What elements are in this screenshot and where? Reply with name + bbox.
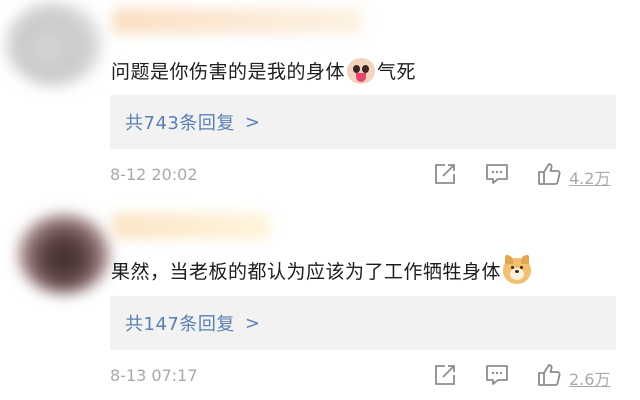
username-blurred[interactable] bbox=[112, 8, 362, 34]
chevron-right-icon: > bbox=[244, 312, 260, 334]
replies-count-label: 共743条回复 bbox=[125, 113, 235, 134]
share-icon[interactable] bbox=[432, 362, 458, 388]
chevron-right-icon: > bbox=[244, 111, 260, 133]
angry-tongue-emoji-icon bbox=[347, 58, 376, 84]
comment-item: 问题是你伤害的是我的身体 气死 共743条回复 > 8-12 20:02 4.2万 bbox=[0, 0, 640, 200]
comment-timestamp: 8-13 07:17 bbox=[110, 366, 198, 385]
username-blurred[interactable] bbox=[112, 213, 270, 239]
comment-text-main: 问题是你伤害的是我的身体 bbox=[111, 61, 346, 83]
thumbs-up-icon[interactable] bbox=[536, 161, 562, 187]
comment-item: 果然，当老板的都认为应该为了工作牺牲身体 共147条回复 > 8-13 07:1… bbox=[0, 200, 640, 400]
comment-timestamp: 8-12 20:02 bbox=[110, 165, 198, 184]
comment-text-suffix: 气死 bbox=[377, 61, 417, 83]
doge-emoji-icon bbox=[503, 255, 532, 284]
thumbs-up-icon[interactable] bbox=[536, 362, 562, 388]
view-replies-button[interactable]: 共743条回复 > bbox=[110, 95, 616, 149]
comment-icon[interactable] bbox=[484, 362, 510, 388]
view-replies-button[interactable]: 共147条回复 > bbox=[110, 296, 616, 350]
comment-icon[interactable] bbox=[484, 161, 510, 187]
avatar[interactable] bbox=[6, 2, 102, 86]
avatar[interactable] bbox=[18, 214, 110, 294]
share-icon[interactable] bbox=[432, 161, 458, 187]
comment-text: 果然，当老板的都认为应该为了工作牺牲身体 bbox=[111, 255, 533, 284]
replies-count-label: 共147条回复 bbox=[125, 314, 235, 335]
comment-text-main: 果然，当老板的都认为应该为了工作牺牲身体 bbox=[111, 261, 502, 283]
like-count[interactable]: 2.6万 bbox=[569, 366, 610, 390]
comment-text: 问题是你伤害的是我的身体 气死 bbox=[111, 57, 416, 84]
like-count[interactable]: 4.2万 bbox=[569, 165, 610, 189]
